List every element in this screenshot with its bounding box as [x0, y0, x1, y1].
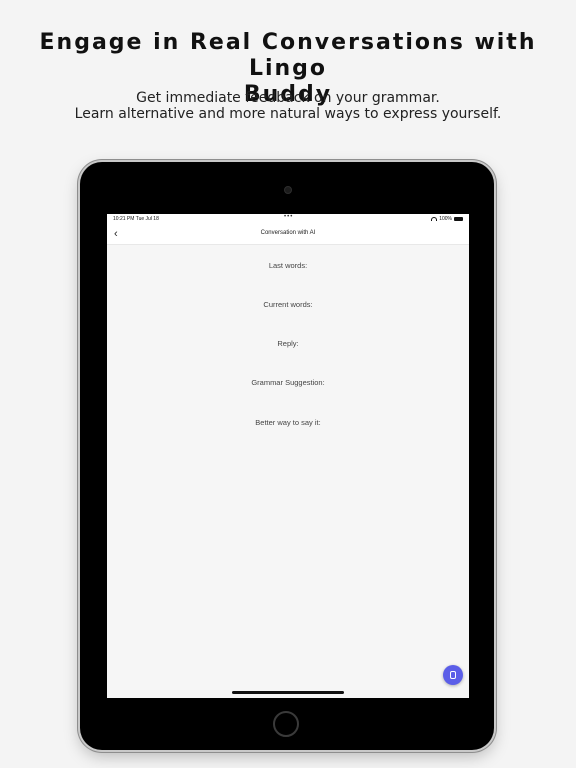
app-screen: 10:21 PM Tue Jul 18 ••• 100% ‹ Conversat… [107, 214, 469, 698]
reply-label: Reply: [277, 339, 299, 348]
home-button[interactable] [273, 711, 299, 737]
status-right: 100% [431, 216, 463, 222]
grammar-suggestion-label: Grammar Suggestion: [251, 378, 325, 387]
promo-subline-line2: Learn alternative and more natural ways … [74, 106, 502, 122]
status-bar: 10:21 PM Tue Jul 18 ••• 100% [107, 214, 469, 224]
promo-subline: Get immediate feedback on your grammar. … [0, 90, 576, 122]
camera-icon [284, 186, 292, 194]
battery-icon [454, 217, 463, 221]
nav-bar: ‹ Conversation with AI [107, 224, 469, 245]
multitask-dots-icon[interactable]: ••• [284, 214, 293, 220]
page-title: Conversation with AI [260, 230, 316, 236]
wifi-icon [431, 217, 438, 221]
better-way-label: Better way to say it: [255, 418, 321, 427]
promo-headline-line1: Engage in Real Conversations with Lingo [39, 30, 537, 81]
current-words-label: Current words: [263, 300, 313, 309]
home-indicator[interactable] [232, 691, 344, 694]
last-words-label: Last words: [268, 261, 308, 270]
promo-subline-line1: Get immediate feedback on your grammar. [136, 90, 440, 106]
battery-percent: 100% [439, 216, 452, 222]
microphone-icon [450, 671, 456, 679]
status-time: 10:21 PM Tue Jul 18 [113, 216, 159, 222]
microphone-button[interactable] [443, 665, 463, 685]
